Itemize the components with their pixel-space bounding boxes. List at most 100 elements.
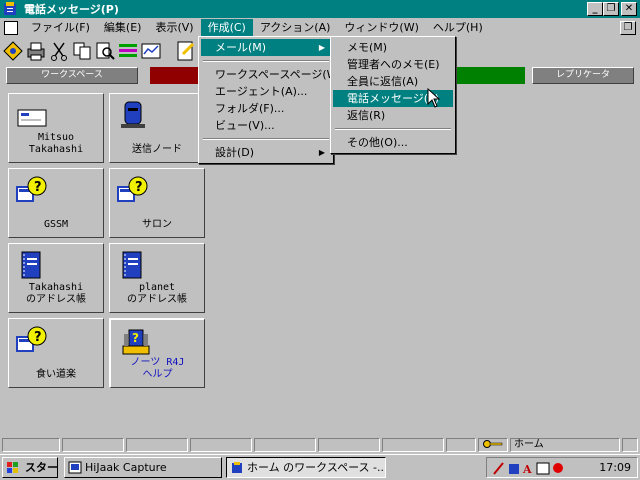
create-menu-agent[interactable]: エージェント(A)... [201,83,331,100]
svg-text:?: ? [34,180,42,195]
menu-bar: ファイル(F) 編集(E) 表示(V) 作成(C) アクション(A) ウィンドウ… [0,18,640,38]
status-cell[interactable] [446,438,476,452]
svg-text:?: ? [132,331,139,345]
access-key-cell[interactable] [478,438,508,452]
db-tile-takahashi-address[interactable]: Takahashi のアドレス帳 [8,243,104,313]
task-hijaak-capture[interactable]: HiJaak Capture [64,457,222,478]
create-menu-mail[interactable]: メール(M) ▶ [201,39,331,56]
menu-file[interactable]: ファイル(F) [24,19,97,37]
db-tile-salon[interactable]: ? サロン [109,168,205,238]
tab-replicator-label: レプリケータ [555,70,610,80]
task-label: ホーム のワークスペース -... [247,461,386,474]
task-notes-workspace[interactable]: ホーム のワークスペース -... [226,457,386,478]
tab-workspace-label: ワークスペース [41,70,103,80]
mail-menu-reply[interactable]: 返信(R) [333,107,453,124]
db-tile-gourmet[interactable]: ? 食い道楽 [8,318,104,388]
tile-label: 送信ノード [132,144,182,155]
submenu-arrow-icon: ▶ [318,43,325,52]
status-bar: ホーム [0,436,640,454]
status-cell[interactable] [254,438,316,452]
mailbox-icon [121,101,145,128]
clock: 17:09 [599,461,631,474]
tray-icons: A [493,462,563,476]
mail-menu-memo-to-admin[interactable]: 管理者へのメモ(E) [333,56,453,73]
create-menu-design[interactable]: 設計(D) ▶ [201,144,331,161]
tab-page-green[interactable] [455,67,525,84]
create-menu: メール(M) ▶ ワークスペースページ(W) エージェント(A)... フォルダ… [198,36,342,164]
menu-window[interactable]: ウィンドウ(W) [337,19,425,37]
help-icon: ? [122,329,150,355]
status-cell[interactable] [190,438,252,452]
db-tile-outgoing[interactable]: 送信ノード [109,93,205,163]
submenu-arrow-icon: ▶ [318,148,325,157]
menu-separator [203,138,329,140]
envelope-icon [17,109,47,127]
start-label: スタート [25,461,58,474]
tab-workspace[interactable]: ワークスペース [6,67,138,84]
start-button[interactable]: スタート [2,457,58,478]
print-icon[interactable] [25,40,47,62]
status-cell[interactable] [382,438,444,452]
create-menu-workspace-page[interactable]: ワークスペースページ(W) [201,66,342,83]
close-button[interactable]: ✕ [621,2,637,16]
menu-help[interactable]: ヘルプ(H) [426,19,490,37]
document-icon[interactable] [4,21,18,35]
notes-app-icon[interactable] [2,1,18,17]
capture-app-icon [68,461,82,474]
windows-logo-icon [7,462,18,473]
menu-edit[interactable]: 編集(E) [97,19,149,37]
mail-menu-other[interactable]: その他(O)... [333,134,453,151]
create-menu-folder[interactable]: フォルダ(F)... [201,100,331,117]
tab-page-red[interactable] [150,67,198,84]
chart-icon[interactable] [140,40,162,62]
task-label: HiJaak Capture [85,461,167,474]
menu-action[interactable]: アクション(A) [253,19,338,37]
cut-icon[interactable] [48,40,70,62]
database-question-icon: ? [16,176,47,202]
address-book-icon [21,251,41,279]
sort-icon[interactable] [117,40,139,62]
tile-label: planet のアドレス帳 [127,282,187,305]
location-label: ホーム [514,439,544,450]
mail-menu-memo[interactable]: メモ(M) [333,39,453,56]
db-tile-mitsuo[interactable]: Mitsuo Takahashi [8,93,104,163]
database-question-icon: ? [117,176,148,202]
menu-view[interactable]: 表示(V) [148,19,200,37]
location-cell[interactable]: ホーム [510,438,620,452]
menu-create[interactable]: 作成(C) [200,19,253,37]
tile-label: 食い道楽 [36,369,76,380]
database-question-icon: ? [16,326,47,352]
taskbar: スタート HiJaak Capture ホーム のワークスペース -... A … [0,454,640,480]
minimize-button[interactable]: _ [587,2,603,16]
status-cell[interactable] [318,438,380,452]
menu-separator [203,60,329,62]
mail-status-cell[interactable] [622,438,638,452]
tray-pen-icon [493,462,504,475]
db-tile-gssm[interactable]: ? GSSM [8,168,104,238]
search-icon[interactable] [94,40,116,62]
svg-text:?: ? [135,180,143,195]
status-cell[interactable] [126,438,188,452]
menu-separator [335,128,451,130]
copy-icon[interactable] [71,40,93,62]
create-menu-design-label: 設計(D) [215,146,255,159]
tile-label: ノーツ R4J ヘルプ [130,357,185,380]
navigator-icon[interactable] [2,40,24,62]
tray-ime-icon [536,462,550,475]
maximize-button[interactable]: ❐ [603,2,619,16]
restore-button[interactable]: ❐ [620,21,636,35]
edit-document-icon[interactable] [175,40,197,62]
create-menu-view[interactable]: ビュー(V)... [201,117,331,134]
mouse-cursor-icon [427,88,441,108]
tray-tool-icon [509,464,519,474]
tile-label: Takahashi のアドレス帳 [26,282,86,305]
status-cell[interactable] [62,438,124,452]
window-title: 電話メッセージ(P) [24,3,119,16]
tile-label: Mitsuo Takahashi [28,132,84,155]
db-tile-planet-address[interactable]: planet のアドレス帳 [109,243,205,313]
tab-replicator[interactable]: レプリケータ [532,67,634,84]
key-icon [483,440,503,448]
db-tile-notes-help[interactable]: ? ノーツ R4J ヘルプ [109,318,205,388]
svg-text:A: A [522,463,532,476]
status-cell[interactable] [2,438,60,452]
